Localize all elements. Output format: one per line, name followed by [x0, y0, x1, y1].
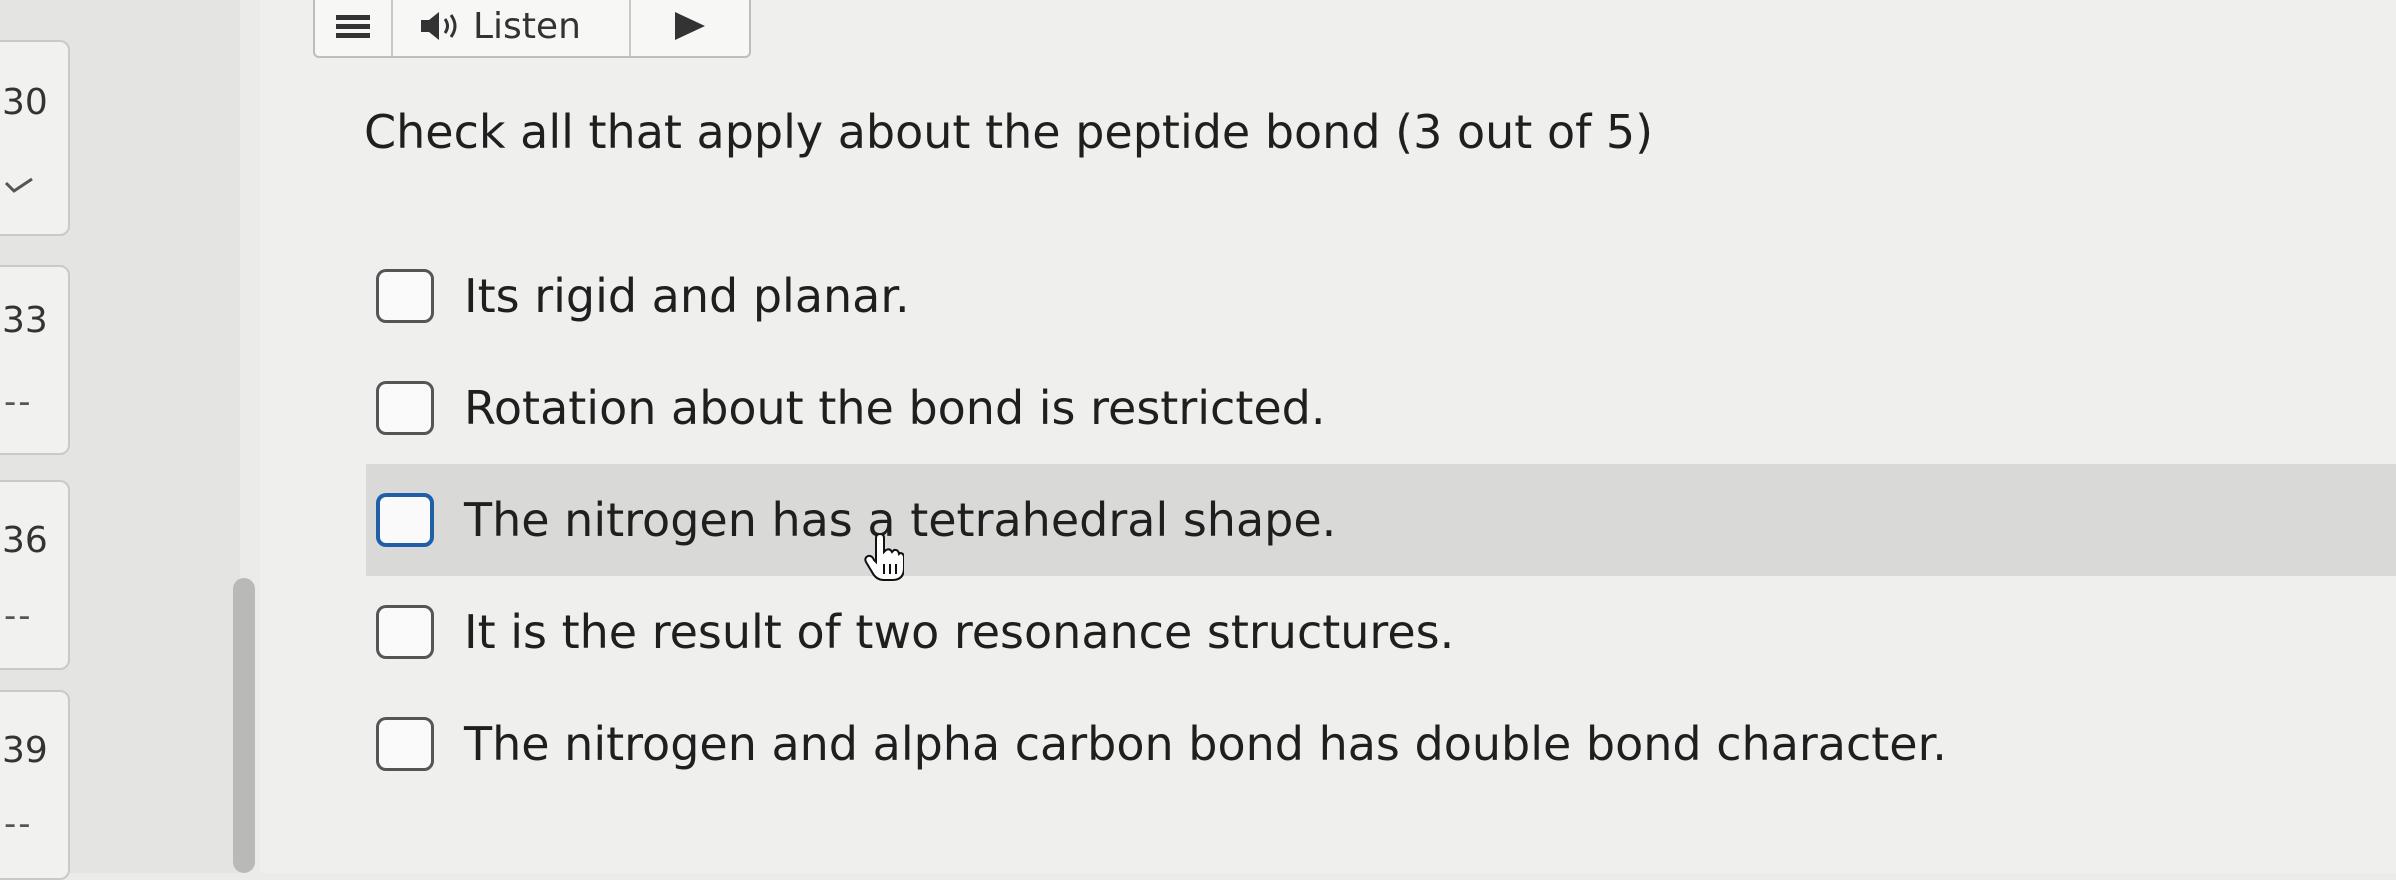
scrollbar[interactable]	[233, 578, 255, 873]
question-text: Check all that apply about the peptide b…	[364, 105, 1654, 159]
option-checkbox[interactable]	[376, 493, 434, 547]
nav-item-number: 30	[2, 82, 48, 123]
nav-item-number: 39	[2, 730, 48, 771]
nav-item-status: --	[4, 596, 33, 636]
play-icon	[675, 12, 705, 40]
nav-item-number: 33	[2, 300, 48, 341]
nav-item-30[interactable]: 30	[0, 40, 70, 236]
listen-label: Listen	[473, 5, 581, 47]
option-label: It is the result of two resonance struct…	[464, 605, 1455, 659]
option-checkbox[interactable]	[376, 717, 434, 771]
option-2[interactable]: Rotation about the bond is restricted.	[366, 352, 2396, 464]
question-navigator: 30 33 -- 36 -- 39 --	[0, 0, 255, 880]
nav-item-39[interactable]: 39 --	[0, 690, 70, 880]
nav-item-status: --	[4, 382, 33, 422]
checkmark-icon	[4, 177, 33, 193]
listen-button[interactable]: Listen	[393, 0, 631, 56]
nav-item-number: 36	[2, 520, 48, 561]
option-checkbox[interactable]	[376, 605, 434, 659]
option-label: Rotation about the bond is restricted.	[464, 381, 1326, 435]
option-4[interactable]: It is the result of two resonance struct…	[366, 576, 2396, 688]
nav-item-status: --	[4, 804, 33, 844]
nav-item-36[interactable]: 36 --	[0, 480, 70, 670]
option-1[interactable]: Its rigid and planar.	[366, 240, 2396, 352]
option-label: The nitrogen and alpha carbon bond has d…	[464, 717, 1947, 771]
menu-button[interactable]	[315, 0, 393, 56]
option-checkbox[interactable]	[376, 269, 434, 323]
option-label: Its rigid and planar.	[464, 269, 910, 323]
option-checkbox[interactable]	[376, 381, 434, 435]
hamburger-icon	[336, 15, 370, 38]
option-5[interactable]: The nitrogen and alpha carbon bond has d…	[366, 688, 2396, 800]
nav-item-33[interactable]: 33 --	[0, 265, 70, 455]
speaker-icon	[421, 12, 457, 40]
play-button[interactable]	[631, 0, 749, 56]
readaloud-toolbar: Listen	[313, 0, 751, 58]
hand-cursor-icon	[864, 534, 904, 581]
option-3[interactable]: The nitrogen has a tetrahedral shape.	[366, 464, 2396, 576]
answer-options: Its rigid and planar. Rotation about the…	[366, 240, 2396, 800]
